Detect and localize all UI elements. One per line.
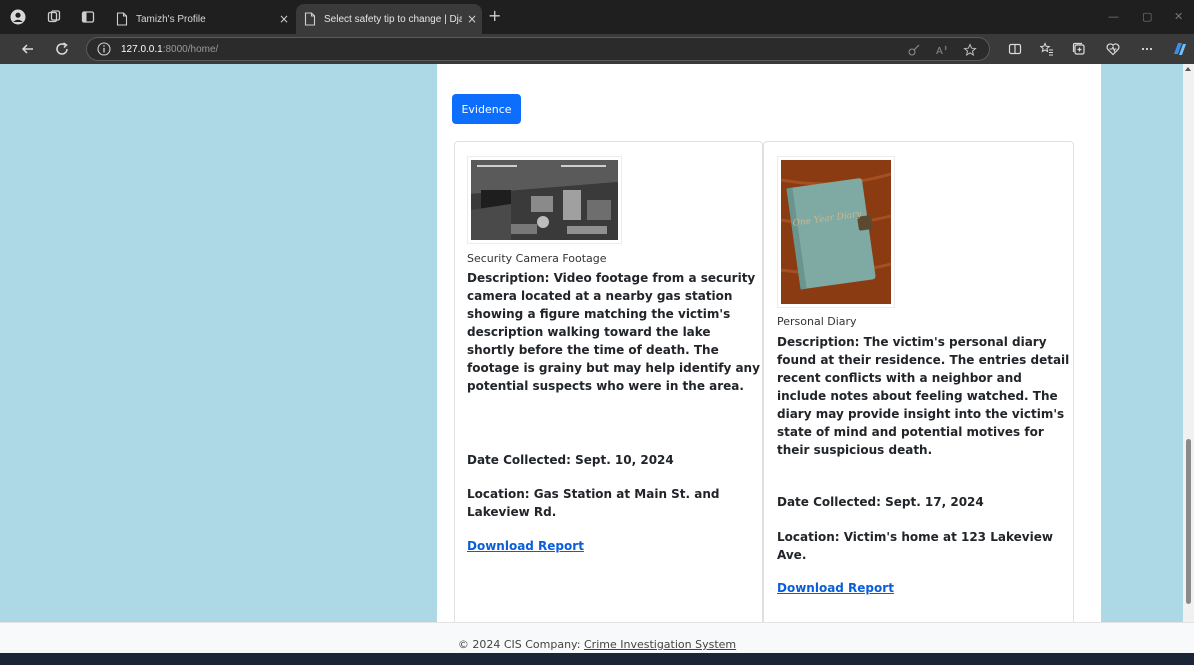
url-path: :8000/home/ <box>162 43 219 55</box>
evidence-card: One Year Diary Personal Diary Descriptio… <box>763 141 1074 631</box>
read-aloud-icon[interactable]: A <box>935 43 949 57</box>
page-icon <box>304 12 316 26</box>
address-url: 127.0.0.1:8000/home/ <box>121 44 218 55</box>
collections-icon[interactable] <box>1072 42 1086 56</box>
download-report-link[interactable]: Download Report <box>467 539 584 553</box>
date-collected: Date Collected: Sept. 10, 2024 <box>467 453 674 467</box>
page-icon <box>116 12 128 26</box>
windows-taskbar <box>0 653 1194 665</box>
tab-safety-tip[interactable]: Select safety tip to change | Djan × <box>296 4 482 34</box>
close-window-icon[interactable]: ✕ <box>1174 10 1183 23</box>
profile-avatar-icon[interactable] <box>10 9 26 25</box>
workspaces-icon[interactable] <box>46 9 62 25</box>
evidence-description: Description: Video footage from a securi… <box>467 271 760 393</box>
location: Location: Victim's home at 123 Lakeview … <box>777 530 1053 562</box>
split-screen-icon[interactable] <box>1008 42 1022 56</box>
evidence-button[interactable]: Evidence <box>452 94 521 124</box>
favorites-icon[interactable] <box>1040 42 1054 56</box>
url-host: 127.0.0.1 <box>121 43 163 55</box>
new-tab-icon[interactable]: + <box>488 8 501 24</box>
diary-image[interactable]: One Year Diary <box>777 156 895 308</box>
cctv-footage-image[interactable] <box>467 156 622 244</box>
tab-title: Select safety tip to change | Djan <box>324 13 462 25</box>
address-bar[interactable]: 127.0.0.1:8000/home/ A <box>86 37 990 61</box>
download-report-link[interactable]: Download Report <box>777 581 894 595</box>
more-options-icon[interactable] <box>1140 42 1154 56</box>
tab-title: Tamizh's Profile <box>136 13 206 25</box>
scroll-up-icon[interactable] <box>1185 67 1191 71</box>
close-tab-icon[interactable]: × <box>274 12 294 26</box>
translate-icon[interactable] <box>907 43 921 57</box>
maximize-icon[interactable]: ▢ <box>1142 10 1152 23</box>
evidence-card: Security Camera Footage Description: Vid… <box>454 141 763 631</box>
tab-actions-icon[interactable] <box>80 9 96 25</box>
footer-link[interactable]: Crime Investigation System <box>584 638 736 651</box>
page-scrollbar[interactable] <box>1183 64 1194 622</box>
svg-text:A: A <box>936 46 943 57</box>
location: Location: Gas Station at Main St. and La… <box>467 487 720 519</box>
scrollbar-thumb[interactable] <box>1186 439 1191 604</box>
evidence-title: Security Camera Footage <box>467 252 607 265</box>
evidence-title: Personal Diary <box>777 315 857 328</box>
footer-copyright: © 2024 CIS Company: <box>457 638 581 651</box>
main-content: Evidence Security Camera Footage Descrip… <box>437 64 1101 631</box>
browser-toolbar: 127.0.0.1:8000/home/ A <box>0 34 1194 64</box>
site-info-icon[interactable] <box>97 42 111 56</box>
copilot-icon[interactable] <box>1170 40 1188 58</box>
page-footer: © 2024 CIS Company: Crime Investigation … <box>0 622 1194 653</box>
tab-profile[interactable]: Tamizh's Profile × <box>108 4 294 34</box>
minimize-icon[interactable]: — <box>1108 10 1119 23</box>
back-icon[interactable] <box>20 41 36 57</box>
date-collected: Date Collected: Sept. 17, 2024 <box>777 495 984 509</box>
favorite-star-icon[interactable] <box>963 43 977 57</box>
refresh-icon[interactable] <box>54 41 70 57</box>
evidence-description: Description: The victim's personal diary… <box>777 335 1070 457</box>
close-tab-icon[interactable]: × <box>462 12 482 26</box>
browser-essentials-icon[interactable] <box>1106 42 1120 56</box>
browser-titlebar: Tamizh's Profile × Select safety tip to … <box>0 0 1194 34</box>
